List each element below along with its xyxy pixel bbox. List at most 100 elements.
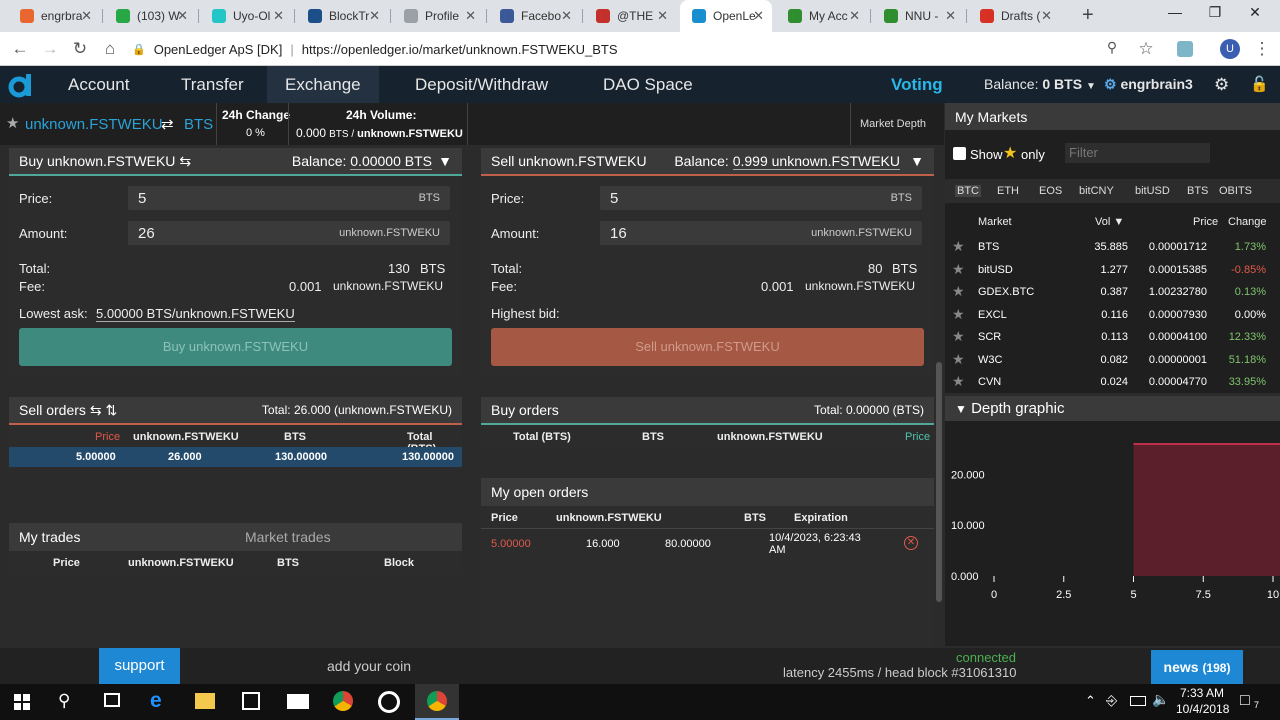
favorite-star-icon[interactable]: ★: [952, 238, 965, 255]
user-menu[interactable]: ⚙ engrbrain3: [1104, 66, 1193, 103]
back-icon[interactable]: ←: [10, 39, 30, 59]
nav-transfer[interactable]: Transfer: [181, 66, 244, 103]
browser-tab[interactable]: NNU - ✕: [872, 0, 964, 32]
close-tab-icon[interactable]: ✕: [1041, 8, 1052, 24]
browser-tab[interactable]: My Acc ✕: [776, 0, 868, 32]
search-icon[interactable]: ⚲: [58, 691, 70, 711]
sell-button[interactable]: Sell unknown.FSTWEKU: [491, 328, 924, 366]
close-tab-icon[interactable]: ✕: [657, 8, 668, 24]
add-coin-link[interactable]: add your coin: [327, 658, 411, 674]
url-field[interactable]: 🔒 OpenLedger ApS [DK] | https://openledg…: [132, 37, 1162, 61]
news-button[interactable]: news (198): [1151, 650, 1243, 684]
browser-tab[interactable]: BlockTr ✕: [296, 0, 388, 32]
file-explorer-icon[interactable]: [195, 693, 215, 709]
windows-start-icon[interactable]: [14, 694, 30, 710]
favorite-star-icon[interactable]: ★: [952, 306, 965, 323]
show-starred-checkbox[interactable]: [953, 147, 966, 160]
browser-tab[interactable]: engrbra ✕: [8, 0, 100, 32]
market-row[interactable]: ★ bitUSD 1.277 0.00015385 -0.85%: [945, 259, 1280, 281]
tab-market-trades[interactable]: Market trades: [245, 529, 331, 545]
browser-tab[interactable]: Uyo-Ol ✕: [200, 0, 292, 32]
close-window-button[interactable]: ✕: [1240, 4, 1270, 21]
table-row[interactable]: 5.00000 26.000 130.00000 130.00000: [9, 447, 462, 467]
close-tab-icon[interactable]: ✕: [177, 8, 188, 24]
market-row[interactable]: ★ GDEX.BTC 0.387 1.00232780 0.13%: [945, 281, 1280, 303]
nav-exchange[interactable]: Exchange: [267, 66, 379, 103]
market-tab-bitusd[interactable]: bitUSD: [1135, 185, 1170, 197]
market-tab-eth[interactable]: ETH: [997, 185, 1019, 197]
extension-icon[interactable]: [1177, 41, 1193, 57]
close-tab-icon[interactable]: ✕: [561, 8, 572, 24]
nav-dao-space[interactable]: DAO Space: [603, 66, 693, 103]
notification-icon[interactable]: □: [1240, 692, 1250, 710]
browser-tab[interactable]: OpenLe ✕: [680, 0, 772, 32]
depth-toggle[interactable]: ▼ Depth graphic: [945, 396, 1280, 421]
sort-desc-icon[interactable]: ▼: [1113, 216, 1124, 228]
scrollbar[interactable]: [936, 362, 942, 602]
pair-quote[interactable]: unknown.FSTWEKU: [25, 116, 163, 133]
sell-amount-input[interactable]: 16 unknown.FSTWEKU: [600, 221, 922, 245]
minimize-button[interactable]: —: [1160, 4, 1190, 20]
favorite-star-icon[interactable]: ★: [952, 283, 965, 300]
close-tab-icon[interactable]: ✕: [849, 8, 860, 24]
close-tab-icon[interactable]: ✕: [273, 8, 284, 24]
task-view-icon[interactable]: [104, 693, 120, 707]
buy-button[interactable]: Buy unknown.FSTWEKU: [19, 328, 452, 366]
key-icon[interactable]: ⚲: [1102, 39, 1122, 56]
tab-my-trades[interactable]: My trades: [19, 529, 80, 545]
pair-base[interactable]: BTS: [184, 116, 213, 133]
nav-deposit-withdraw[interactable]: Deposit/Withdraw: [415, 66, 548, 103]
clock-time[interactable]: 7:33 AM: [1180, 686, 1224, 700]
market-row[interactable]: ★ CVN 0.024 0.00004770 33.95%: [945, 371, 1280, 393]
market-filter-input[interactable]: Filter: [1065, 143, 1210, 163]
media-app-icon[interactable]: [378, 691, 400, 713]
new-tab-button[interactable]: +: [1082, 4, 1094, 27]
balance-dropdown[interactable]: Balance: 0 BTS ▼: [984, 66, 1096, 103]
collapse-icon[interactable]: ▼: [438, 153, 452, 169]
bookmark-star-icon[interactable]: ☆: [1136, 39, 1156, 59]
nav-voting[interactable]: Voting: [891, 66, 943, 103]
reload-icon[interactable]: ↻: [70, 39, 90, 59]
market-tab-bts[interactable]: BTS: [1187, 185, 1208, 197]
close-tab-icon[interactable]: ✕: [465, 8, 476, 24]
clock-date[interactable]: 10/4/2018: [1176, 702, 1229, 716]
market-tab-eos[interactable]: EOS: [1039, 185, 1062, 197]
settings-icon[interactable]: ⚙: [1214, 66, 1229, 103]
support-button[interactable]: support: [99, 648, 180, 684]
battery-icon[interactable]: [1130, 696, 1146, 706]
buy-amount-input[interactable]: 26 unknown.FSTWEKU: [128, 221, 450, 245]
chrome-icon[interactable]: [333, 691, 353, 711]
favorite-star-icon[interactable]: ★: [6, 114, 19, 132]
browser-tab[interactable]: Profile ✕: [392, 0, 484, 32]
market-depth-toggle[interactable]: Market Depth: [860, 118, 926, 130]
unlock-icon[interactable]: 🔓: [1250, 66, 1269, 103]
lowest-ask[interactable]: 5.00000 BTS/unknown.FSTWEKU: [96, 306, 295, 322]
close-tab-icon[interactable]: ✕: [369, 8, 380, 24]
forward-icon[interactable]: →: [40, 39, 60, 59]
browser-tab[interactable]: @THE ✕: [584, 0, 676, 32]
mail-icon[interactable]: [287, 694, 309, 709]
market-tab-bitcny[interactable]: bitCNY: [1079, 185, 1114, 197]
swap-icon[interactable]: ⇆ ⇅: [90, 402, 117, 419]
swap-direction-icon[interactable]: ⇆: [179, 153, 191, 170]
sell-price-input[interactable]: 5 BTS: [600, 186, 922, 210]
profile-avatar[interactable]: U: [1220, 39, 1240, 59]
volume-icon[interactable]: 🔈: [1152, 691, 1169, 708]
browser-tab[interactable]: Facebo ✕: [488, 0, 580, 32]
market-row[interactable]: ★ EXCL 0.116 0.00007930 0.00%: [945, 304, 1280, 326]
favorite-star-icon[interactable]: ★: [952, 328, 965, 345]
favorite-star-icon[interactable]: ★: [952, 261, 965, 278]
maximize-button[interactable]: ❐: [1200, 4, 1230, 21]
collapse-icon[interactable]: ▼: [910, 153, 924, 169]
nav-account[interactable]: Account: [68, 66, 129, 103]
market-tab-btc[interactable]: BTC: [955, 185, 981, 197]
favorite-star-icon[interactable]: ★: [952, 351, 965, 368]
buy-balance[interactable]: 0.00000 BTS: [350, 153, 432, 170]
close-tab-icon[interactable]: ✕: [81, 8, 92, 24]
edge-icon[interactable]: e: [150, 689, 162, 713]
tray-chevron-icon[interactable]: ⌃: [1085, 693, 1096, 709]
home-icon[interactable]: ⌂: [100, 39, 120, 59]
chrome-active-icon[interactable]: [415, 684, 459, 720]
market-tab-obits[interactable]: OBITS: [1219, 185, 1252, 197]
network-icon[interactable]: ⎆: [1106, 692, 1117, 709]
